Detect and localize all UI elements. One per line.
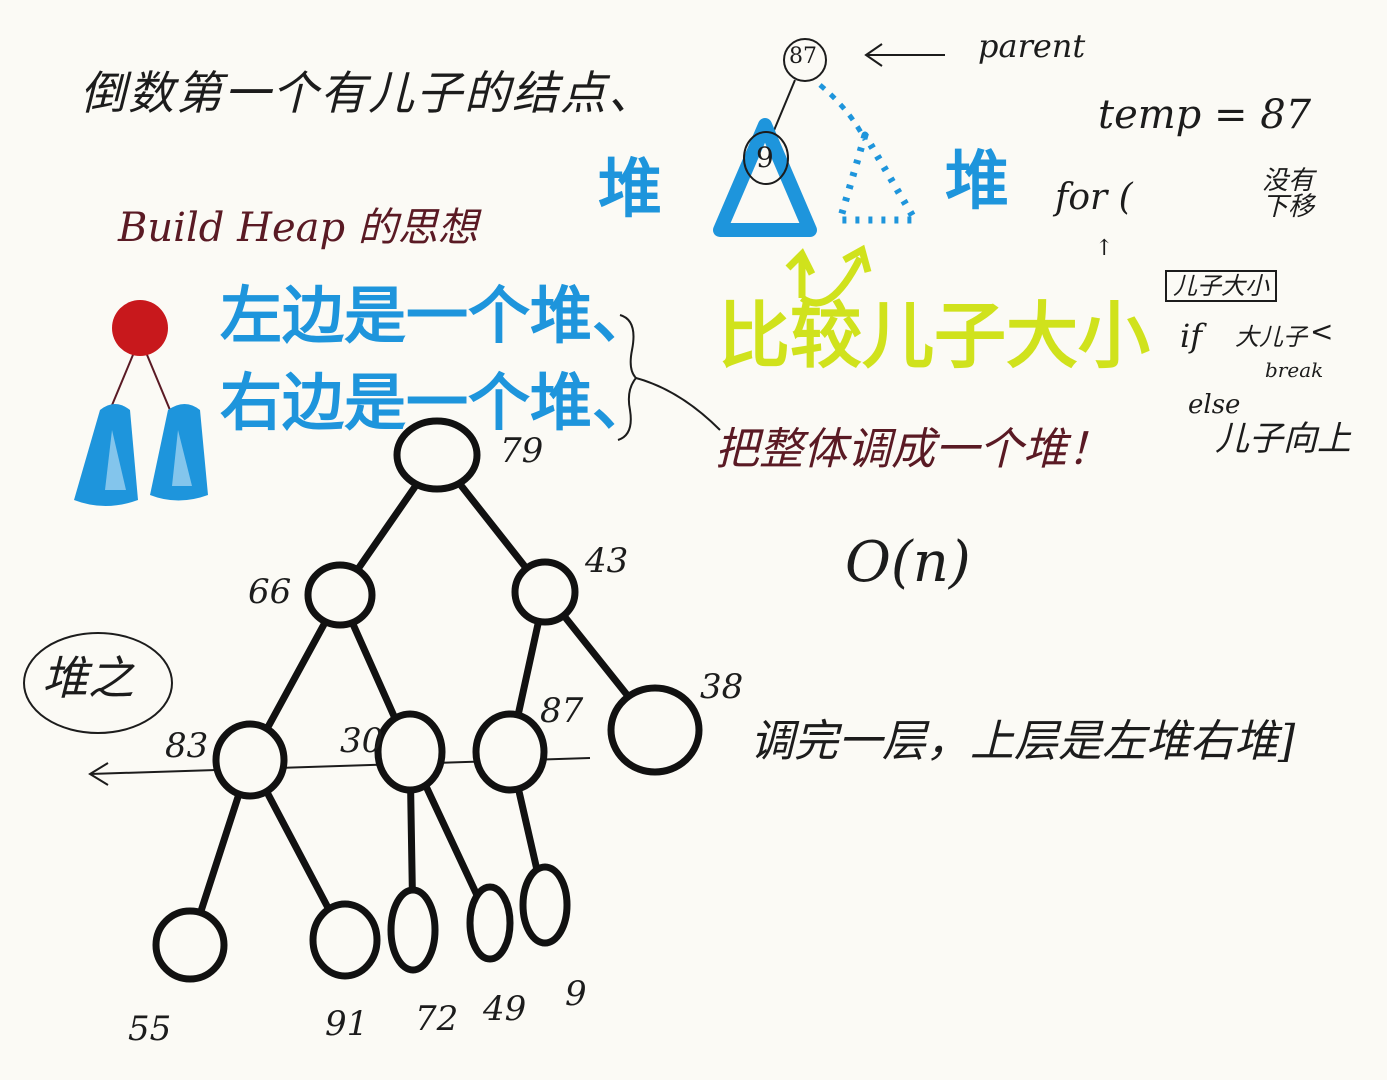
tree-node-value: 87	[540, 691, 584, 731]
tree-node	[607, 684, 703, 776]
tree-nodes	[152, 417, 703, 983]
tree-node-value: 9	[565, 974, 587, 1014]
tree-node	[393, 417, 481, 493]
tree-node	[472, 710, 548, 794]
tree-node	[511, 558, 579, 626]
heap-tree: 79 66 43 83 30 87 38 55 91 72 49 9	[88, 417, 743, 1049]
tree-node-value: 83	[165, 726, 208, 766]
tree-node-value: 72	[415, 999, 458, 1039]
tree-node-value: 49	[482, 989, 526, 1029]
tree-node	[212, 720, 288, 800]
tree-node-value: 79	[500, 431, 543, 471]
tree-node-value: 91	[325, 1004, 368, 1044]
tree-edges	[186, 451, 659, 949]
tree-node	[309, 900, 381, 980]
notebook-page: 倒数第一个有儿子的结点、 Build Heap 的思想 左边是一个堆、 右边是一…	[0, 0, 1387, 1080]
tree-node	[466, 883, 514, 963]
tree-node	[304, 561, 376, 629]
tree-node	[374, 710, 446, 794]
tree-node	[387, 886, 439, 974]
tree-node-value: 66	[248, 572, 291, 612]
tree-node-value: 38	[700, 667, 743, 707]
tree-node	[152, 907, 228, 983]
tree-node-value: 43	[584, 541, 628, 581]
tree-node-value: 30	[340, 721, 383, 761]
tree-node-value: 55	[128, 1009, 171, 1049]
tree-node	[519, 863, 571, 947]
